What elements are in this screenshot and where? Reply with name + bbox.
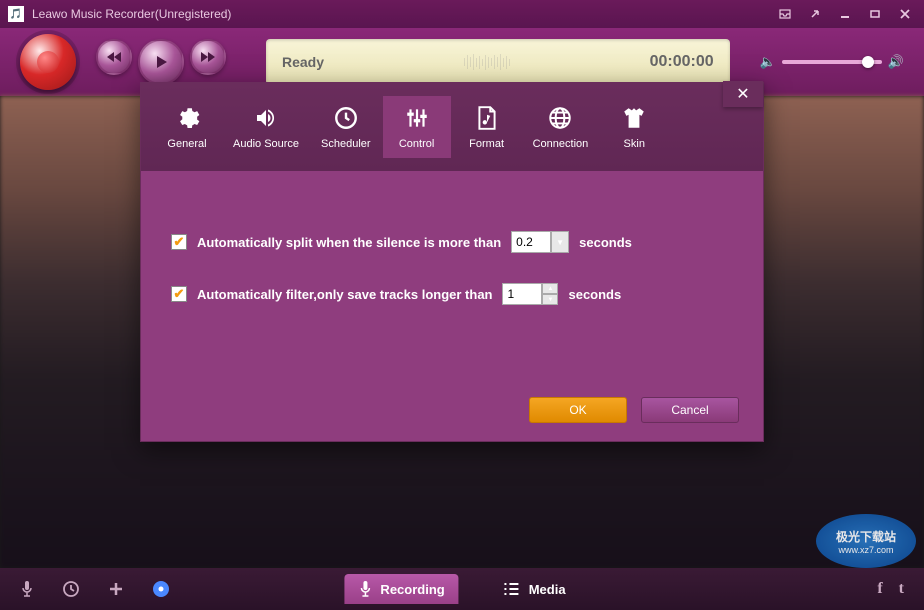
tab-label: Format [469,138,504,150]
option-auto-filter: ✔ Automatically filter,only save tracks … [171,283,733,305]
play-button[interactable] [138,39,184,85]
filter-unit: seconds [568,287,621,302]
speaker-icon [253,104,279,132]
tab-scheduler[interactable]: Scheduler [311,96,381,158]
watermark-line2: www.xz7.com [838,545,893,555]
forward-button[interactable] [190,39,226,75]
filter-value-spinner: ▲ ▼ [502,283,558,305]
filter-label: Automatically filter,only save tracks lo… [197,287,492,302]
waveform-display [324,54,650,70]
tab-recording[interactable]: Recording [344,574,458,604]
display-panel: Ready 00:00:00 [266,39,730,85]
tab-label: Skin [624,138,645,150]
ok-button[interactable]: OK [529,397,627,423]
volume-control: 🔈 🔊 [760,54,904,70]
tab-format[interactable]: Format [453,96,521,158]
app-icon: 🎵 [8,6,24,22]
tab-label: Audio Source [233,138,299,150]
tab-audio-source[interactable]: Audio Source [223,96,309,158]
split-dropdown-button[interactable]: ▼ [551,231,569,253]
tab-control[interactable]: Control [383,96,451,158]
tab-label: General [167,138,206,150]
tab-recording-label: Recording [380,582,444,597]
tab-label: Connection [533,138,589,150]
filter-checkbox[interactable]: ✔ [171,286,187,302]
minimize-button[interactable] [830,4,860,24]
split-value-spinner: ▼ [511,231,569,253]
volume-low-icon: 🔈 [760,54,776,70]
volume-slider[interactable] [782,60,882,64]
twitter-icon-button[interactable]: t [899,580,904,598]
window-controls [770,4,920,24]
tab-skin[interactable]: Skin [600,96,668,158]
watermark-line1: 极光下载站 [836,528,896,545]
globe-icon [547,104,573,132]
dialog-body: ✔ Automatically split when the silence i… [141,171,763,355]
tshirt-icon [621,104,647,132]
inbox-button[interactable] [770,4,800,24]
filter-spin-up[interactable]: ▲ [542,283,558,294]
maximize-button[interactable] [860,4,890,24]
rewind-button[interactable] [96,39,132,75]
settings-tabs: General Audio Source Scheduler Control F… [141,83,763,171]
bottom-bar: Recording Media f t [0,568,924,610]
watermark: 极光下载站 www.xz7.com [816,514,916,568]
volume-high-icon: 🔊 [888,54,904,70]
gear-icon [174,104,200,132]
filter-value-input[interactable] [502,283,542,305]
timer-text: 00:00:00 [650,53,714,71]
transport-controls [96,39,226,85]
tab-general[interactable]: General [153,96,221,158]
add-icon-button[interactable] [108,581,124,597]
filter-spin-down[interactable]: ▼ [542,294,558,305]
bottom-tabs: Recording Media [344,574,579,604]
record-button[interactable] [20,34,76,90]
option-auto-split: ✔ Automatically split when the silence i… [171,231,733,253]
tab-label: Control [399,138,434,150]
music-file-icon [476,104,498,132]
facebook-icon-button[interactable]: f [877,580,882,598]
settings-dialog: ✕ General Audio Source Scheduler Control… [140,82,764,442]
disc-icon-button[interactable] [152,580,170,598]
tab-media-label: Media [529,582,566,597]
split-label: Automatically split when the silence is … [197,235,501,250]
dialog-actions: OK Cancel [529,397,739,423]
dialog-close-button[interactable]: ✕ [723,81,763,107]
split-value-input[interactable] [511,231,551,253]
split-checkbox[interactable]: ✔ [171,234,187,250]
close-button[interactable] [890,4,920,24]
tab-connection[interactable]: Connection [523,96,599,158]
split-unit: seconds [579,235,632,250]
clock-icon [333,104,359,132]
tab-media[interactable]: Media [489,574,580,604]
popout-button[interactable] [800,4,830,24]
cancel-button[interactable]: Cancel [641,397,739,423]
tab-label: Scheduler [321,138,371,150]
status-text: Ready [282,54,324,70]
window-title: Leawo Music Recorder(Unregistered) [32,7,770,21]
sliders-icon [404,104,430,132]
title-bar: 🎵 Leawo Music Recorder(Unregistered) [0,0,924,28]
history-icon-button[interactable] [62,580,80,598]
mic-icon-button[interactable] [20,580,34,598]
